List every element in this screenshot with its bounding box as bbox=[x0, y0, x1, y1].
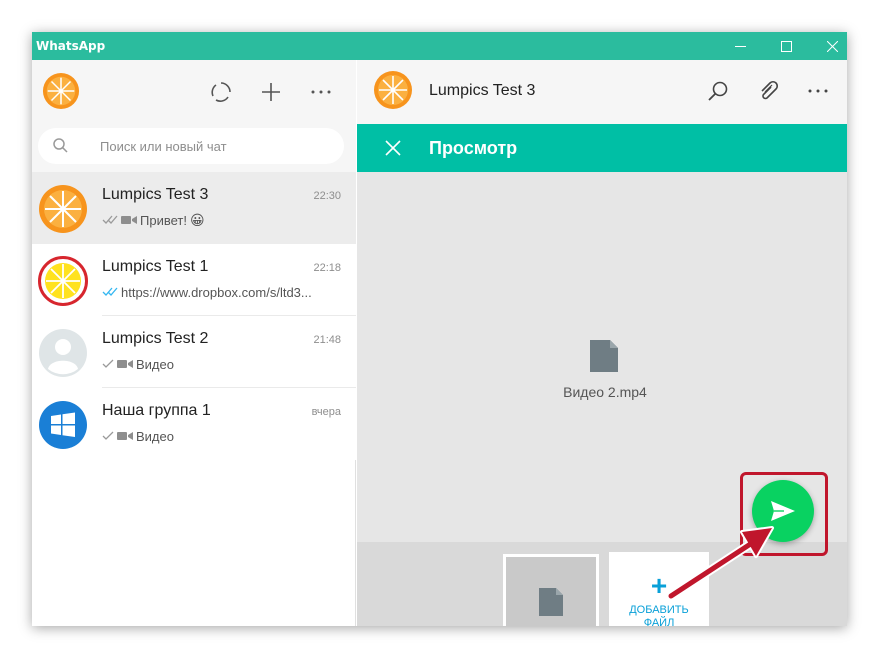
close-window-button[interactable] bbox=[809, 32, 847, 60]
attach-button[interactable] bbox=[755, 78, 781, 104]
chat-name: Lumpics Test 1 bbox=[102, 258, 209, 275]
search-icon bbox=[708, 81, 728, 101]
chat-item-nasha-gruppa-1[interactable]: Наша группа 1 вчера Видео bbox=[32, 388, 356, 460]
send-button[interactable] bbox=[752, 480, 814, 542]
double-check-icon bbox=[102, 215, 118, 224]
chat-time: 21:48 bbox=[313, 334, 341, 346]
plus-icon: + bbox=[650, 570, 668, 601]
document-icon bbox=[539, 588, 563, 616]
sidebar-menu-button[interactable] bbox=[309, 80, 333, 104]
maximize-button[interactable] bbox=[763, 32, 809, 60]
chat-preview: Видео bbox=[102, 426, 342, 446]
contact-name[interactable]: Lumpics Test 3 bbox=[429, 82, 535, 100]
more-dots-icon bbox=[311, 90, 331, 94]
chat-item-lumpics-test-3[interactable]: Lumpics Test 3 22:30 Привет! 😀 bbox=[32, 172, 356, 244]
chat-time: 22:18 bbox=[313, 262, 341, 274]
chat-preview-text: Видео bbox=[136, 356, 174, 372]
chat-name: Lumpics Test 2 bbox=[102, 330, 209, 347]
chat-time: вчера bbox=[311, 406, 341, 418]
send-arrow-icon bbox=[771, 501, 795, 521]
chat-preview: https://www.dropbox.com/s/ltd3... bbox=[102, 282, 342, 302]
chat-time: 22:30 bbox=[313, 190, 341, 202]
search-box[interactable] bbox=[38, 128, 344, 164]
document-icon bbox=[590, 340, 618, 372]
conversation-header: Lumpics Test 3 bbox=[357, 60, 847, 124]
conversation-menu-button[interactable] bbox=[805, 78, 831, 104]
preview-title: Просмотр bbox=[429, 138, 518, 158]
status-circle-icon bbox=[211, 82, 231, 102]
chat-preview-text: Привет! bbox=[140, 212, 187, 228]
file-thumbnail[interactable] bbox=[503, 554, 599, 626]
chat-preview: Привет! 😀 bbox=[102, 210, 342, 230]
sidebar-header bbox=[32, 60, 356, 124]
title-bar: WhatsApp bbox=[32, 32, 847, 60]
plus-icon bbox=[262, 83, 280, 101]
video-icon bbox=[117, 432, 133, 440]
preview-bar: Просмотр bbox=[357, 124, 847, 172]
window-title: WhatsApp bbox=[36, 39, 106, 53]
search-icon bbox=[53, 138, 68, 153]
minimize-icon bbox=[734, 45, 746, 47]
check-icon bbox=[102, 359, 114, 368]
default-user-avatar bbox=[39, 329, 87, 377]
double-check-blue-icon bbox=[102, 287, 118, 296]
windows-logo-avatar bbox=[39, 401, 87, 449]
add-file-button[interactable]: + ДОБАВИТЬ ФАЙЛ bbox=[609, 552, 709, 626]
chat-preview-text: Видео bbox=[136, 428, 174, 444]
grinning-emoji: 😀 bbox=[189, 211, 205, 228]
chat-name: Lumpics Test 3 bbox=[102, 186, 209, 203]
file-name: Видео 2.mp4 bbox=[563, 384, 647, 400]
chat-preview: Видео bbox=[102, 354, 342, 374]
more-dots-icon bbox=[808, 89, 828, 93]
close-icon bbox=[826, 40, 838, 52]
search-messages-button[interactable] bbox=[705, 78, 731, 104]
my-avatar[interactable] bbox=[42, 72, 80, 110]
contact-avatar[interactable] bbox=[373, 70, 413, 110]
video-icon bbox=[117, 360, 133, 368]
chat-item-lumpics-test-2[interactable]: Lumpics Test 2 21:48 Видео bbox=[32, 316, 356, 388]
new-chat-button[interactable] bbox=[259, 80, 283, 104]
status-button[interactable] bbox=[209, 80, 233, 104]
add-file-label: ДОБАВИТЬ ФАЙЛ bbox=[629, 604, 689, 626]
video-icon bbox=[121, 216, 137, 224]
maximize-icon bbox=[780, 40, 792, 52]
whatsapp-window: WhatsApp Поиск или новый чат Lumpics Tes… bbox=[32, 32, 847, 626]
search-input[interactable] bbox=[100, 136, 330, 156]
paperclip-icon bbox=[761, 80, 779, 100]
lemon-slice-avatar bbox=[38, 256, 88, 306]
minimize-button[interactable] bbox=[717, 32, 763, 60]
close-preview-icon[interactable] bbox=[381, 136, 405, 160]
check-icon bbox=[102, 431, 114, 440]
chat-item-lumpics-test-1[interactable]: Lumpics Test 1 22:18 https://www.dropbox… bbox=[32, 244, 356, 316]
chat-preview-text: https://www.dropbox.com/s/ltd3... bbox=[121, 284, 312, 300]
chat-name: Наша группа 1 bbox=[102, 402, 211, 419]
orange-slice-avatar bbox=[39, 185, 87, 233]
